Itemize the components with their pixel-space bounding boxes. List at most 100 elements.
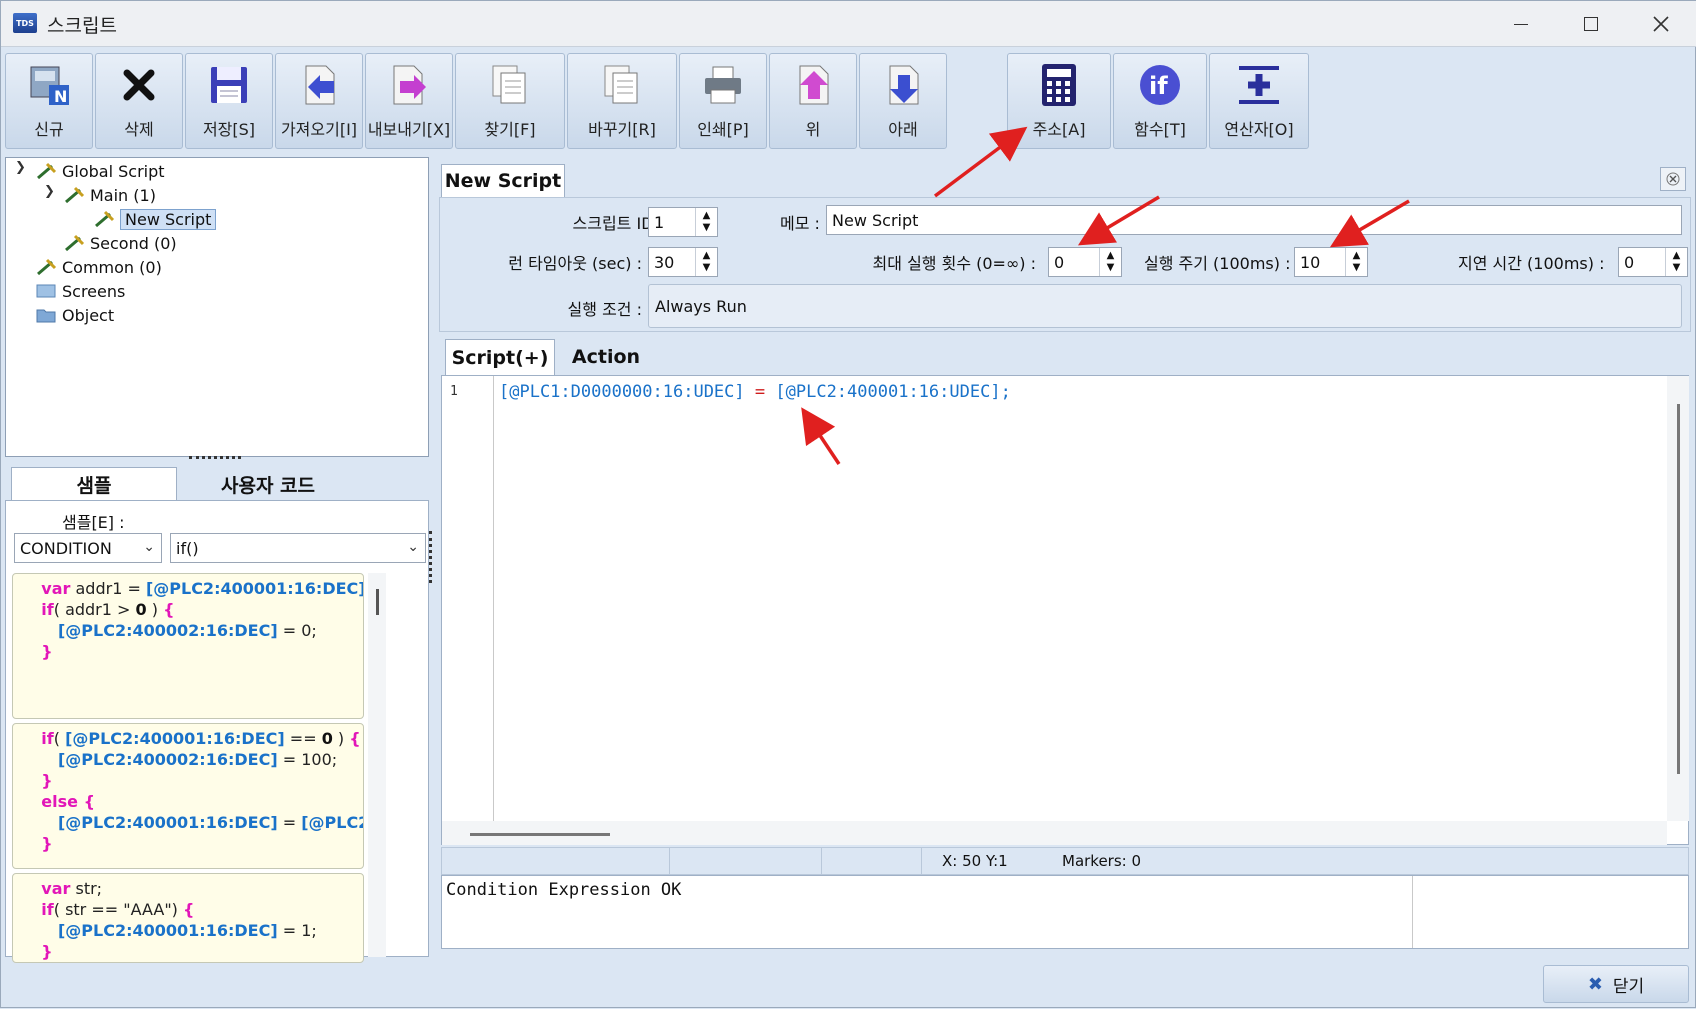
memo-value: New Script: [832, 210, 919, 230]
sample-category-select[interactable]: CONDITION ⌄: [14, 533, 162, 563]
vertical-splitter[interactable]: [429, 531, 433, 583]
script-properties: 스크립트 ID : 1 ▲ ▼ 메모 : New Script 런 타임아웃 (s…: [439, 197, 1691, 332]
tree-item-main[interactable]: Main (1): [62, 184, 156, 206]
script-id-label-text: 스크립트 ID :: [572, 214, 664, 233]
horizontal-splitter[interactable]: [189, 456, 241, 460]
move-down-button[interactable]: 아래: [859, 53, 947, 149]
sample-card-1[interactable]: var addr1 = [@PLC2:400001:16:DEC]; if( a…: [12, 573, 364, 719]
tree-item-object[interactable]: Object: [34, 304, 114, 326]
tab-user-code[interactable]: 사용자 코드: [183, 467, 353, 501]
export-button[interactable]: 내보내기[X]: [365, 53, 453, 149]
tree-item-second[interactable]: Second (0): [62, 232, 177, 254]
delete-label: 삭제: [124, 120, 154, 139]
max-runs-stepper[interactable]: 0 ▲ ▼: [1048, 247, 1122, 277]
minimize-button[interactable]: [1501, 9, 1541, 39]
tree-item-common[interactable]: Common (0): [34, 256, 162, 278]
calculator-icon: [1037, 62, 1081, 108]
sample-scrollbar[interactable]: [368, 573, 386, 957]
timeout-label: 런 타임아웃 (sec) :: [508, 254, 642, 273]
code-rhs-address: [@PLC2:400001:16:UDEC]: [775, 382, 1001, 402]
editor-vertical-scrollbar[interactable]: [1667, 376, 1689, 821]
max-runs-label: 최대 실행 횟수 (0=∞) :: [872, 254, 1036, 273]
function-button[interactable]: if 함수[T]: [1113, 53, 1207, 149]
operator-button[interactable]: 연산자[O]: [1209, 53, 1309, 149]
editor-horizontal-scrollbar[interactable]: [442, 821, 1667, 845]
window-title: 스크립트: [47, 15, 117, 37]
close-x-icon: ✖: [1587, 973, 1603, 995]
sample-card-2[interactable]: if( [@PLC2:400001:16:DEC] == 0 ) { [@PLC…: [12, 723, 364, 869]
sample-card-3[interactable]: var str; if( str == "AAA") { [@PLC2:4000…: [12, 873, 364, 963]
spin-arrows-icon[interactable]: ▲ ▼: [1099, 248, 1121, 276]
find-document-icon: [488, 62, 532, 108]
sample-panel: 샘플[E] : CONDITION ⌄ if() ⌄ var addr1 = […: [5, 500, 429, 963]
import-button[interactable]: 가져오기[I]: [275, 53, 363, 149]
period-value: 10: [1300, 252, 1321, 272]
close-dialog-button[interactable]: ✖ 닫기: [1543, 965, 1689, 1003]
new-button[interactable]: N 신규: [5, 53, 93, 149]
tree-label: Global Script: [62, 161, 165, 181]
run-condition-field[interactable]: Always Run: [648, 284, 1682, 328]
up-label: 위: [805, 120, 821, 139]
tab-new-script[interactable]: New Script: [441, 164, 565, 197]
expand-global-icon[interactable]: ❯: [15, 160, 26, 175]
maximize-button[interactable]: [1571, 9, 1611, 39]
replace-document-icon: [600, 62, 644, 108]
output-message: Condition Expression OK: [446, 880, 682, 900]
status-segment: [442, 848, 670, 874]
move-up-button[interactable]: 위: [769, 53, 857, 149]
tab-sample[interactable]: 샘플: [11, 467, 177, 501]
operator-plus-icon: [1237, 62, 1281, 108]
title-bar: TDS 스크립트: [1, 1, 1696, 47]
script-id-stepper[interactable]: 1 ▲ ▼: [648, 207, 718, 237]
delay-label: 지연 시간 (100ms) :: [1458, 254, 1605, 273]
memo-label: 메모 :: [780, 214, 820, 233]
max-runs-value: 0: [1054, 252, 1065, 272]
script-tree: ❯ Global Script ❯ Main (1) New Script Se…: [5, 157, 429, 457]
delay-value: 0: [1624, 252, 1635, 272]
delete-button[interactable]: 삭제: [95, 53, 183, 149]
tree-item-global-script[interactable]: Global Script: [34, 160, 165, 182]
close-tab-button[interactable]: [1660, 167, 1686, 191]
spin-arrows-icon[interactable]: ▲ ▼: [1665, 248, 1687, 276]
tree-item-new-script[interactable]: New Script: [92, 208, 217, 230]
replace-button[interactable]: 바꾸기[R]: [567, 53, 677, 149]
close-window-button[interactable]: [1641, 9, 1681, 39]
spin-arrows-icon[interactable]: ▲ ▼: [1345, 248, 1367, 276]
tree-item-screens[interactable]: Screens: [34, 280, 125, 302]
line-number: 1: [450, 384, 458, 399]
tab-action[interactable]: Action: [561, 339, 651, 375]
spin-arrows-icon[interactable]: ▲ ▼: [695, 208, 717, 236]
import-icon: [297, 62, 341, 108]
code-line[interactable]: [@PLC1:D0000000:16:UDEC] = [@PLC2:400001…: [499, 382, 1011, 402]
spin-arrows-icon[interactable]: ▲ ▼: [695, 248, 717, 276]
tree-label: New Script: [120, 208, 217, 230]
save-button[interactable]: 저장[S]: [185, 53, 273, 149]
sample-item-select[interactable]: if() ⌄: [170, 533, 426, 563]
code-semicolon: ;: [1000, 382, 1011, 402]
code-lhs-address: [@PLC1:D0000000:16:UDEC]: [499, 382, 745, 402]
period-stepper[interactable]: 10 ▲ ▼: [1294, 247, 1368, 277]
scroll-thumb[interactable]: [470, 833, 610, 836]
maximize-icon: [1584, 17, 1598, 31]
status-segment: [822, 848, 922, 874]
printer-icon: [701, 62, 745, 108]
close-icon: [1653, 16, 1669, 32]
delay-stepper[interactable]: 0 ▲ ▼: [1618, 247, 1688, 277]
tree-label: Common (0): [62, 257, 162, 277]
output-panel: Condition Expression OK: [441, 875, 1689, 949]
down-label: 아래: [888, 120, 918, 139]
delete-x-icon: [117, 62, 161, 108]
script-editor[interactable]: 1 [@PLC1:D0000000:16:UDEC] = [@PLC2:4000…: [441, 375, 1689, 845]
scroll-thumb[interactable]: [1677, 404, 1680, 774]
status-segment: [670, 848, 822, 874]
address-button[interactable]: 주소[A]: [1007, 53, 1111, 149]
period-label: 실행 주기 (100ms) :: [1144, 254, 1291, 273]
timeout-stepper[interactable]: 30 ▲ ▼: [648, 247, 718, 277]
print-button[interactable]: 인쇄[P]: [679, 53, 767, 149]
memo-input[interactable]: New Script: [826, 205, 1682, 235]
expand-main-icon[interactable]: ❯: [44, 184, 55, 199]
toolbar: N 신규 삭제 저장[S] 가져오기[I] 내보내기[X] 찾기[F] 바꾸기[…: [1, 51, 1696, 151]
scroll-thumb[interactable]: [376, 589, 379, 615]
find-button[interactable]: 찾기[F]: [455, 53, 565, 149]
tab-script[interactable]: Script(+): [445, 339, 555, 375]
